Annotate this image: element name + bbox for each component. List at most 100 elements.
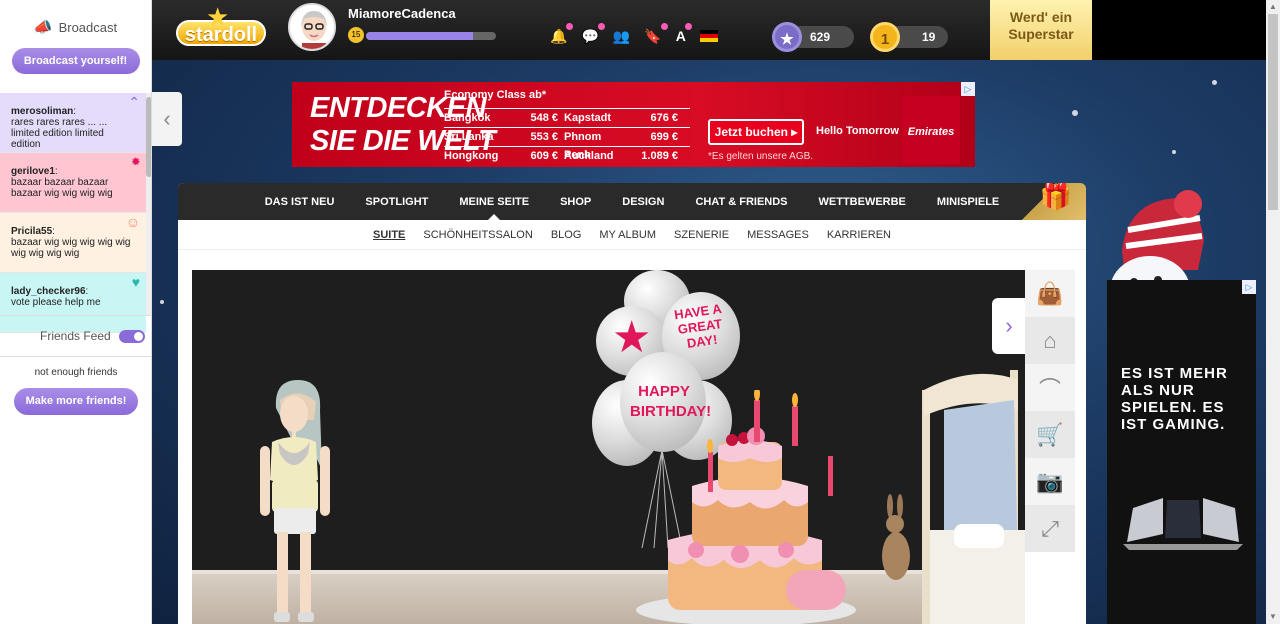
bell-icon[interactable]: 🔔 — [550, 23, 574, 45]
friends-feed-toggle[interactable] — [119, 330, 145, 343]
feed-text: bazaar bazaar bazaar bazaar wig wig wig … — [11, 177, 113, 199]
nav-spotlight[interactable]: SPOTLIGHT — [365, 196, 428, 208]
subnav-suite[interactable]: SUITE — [373, 229, 405, 241]
bookmark-icon[interactable]: 🔖 — [644, 23, 668, 45]
feed-user[interactable]: merosoliman — [11, 106, 73, 117]
ad-class-label: Economy Class ab* — [444, 89, 547, 101]
main-nav: DAS IST NEU SPOTLIGHT MEINE SEITE SHOP D… — [178, 183, 1086, 220]
gaming-ad-text: ES IST MEHR ALS NUR SPIELEN. ES IST GAMI… — [1121, 365, 1228, 433]
nav-chat-friends[interactable]: CHAT & FRIENDS — [695, 196, 787, 208]
gift-corner[interactable] — [1016, 183, 1086, 220]
broadcast-feed: ⌃ merosoliman: rares rares rares ... ...… — [0, 93, 146, 333]
feed-item[interactable]: ✹ gerilove1: bazaar bazaar bazaar bazaar… — [0, 153, 146, 213]
suite-room[interactable]: ★ HAVE A GREAT DAY! HAPPY BIRTHDAY! — [192, 270, 1025, 624]
birthday-cake — [636, 390, 856, 624]
coin-icon: 1 — [870, 22, 900, 52]
broadcast-sidebar: 📣 Broadcast Broadcast yourself! ⌃ meroso… — [0, 0, 152, 624]
page-scroll-thumb[interactable] — [1268, 14, 1278, 210]
username[interactable]: MiamoreCadenca — [348, 6, 456, 21]
xp-bar — [366, 32, 496, 40]
stardollar-icon: ★ — [772, 22, 802, 52]
emirates-ad-banner[interactable]: ENTDECKEN SIE DIE WELT Economy Class ab* … — [292, 82, 975, 167]
nav-das-ist-neu[interactable]: DAS IST NEU — [265, 196, 335, 208]
sub-nav: SUITE SCHÖNHEITSSALON BLOG MY ALBUM SZEN… — [178, 220, 1086, 250]
fare-row: Sri Lanka 553 € Phnom Penh 699 € — [444, 127, 690, 161]
make-more-friends-button[interactable]: Make more friends! — [14, 388, 138, 415]
broadcast-yourself-button[interactable]: Broadcast yourself! — [11, 48, 140, 74]
next-room-button[interactable]: › — [992, 298, 1026, 354]
sale-icon: ✹ — [131, 157, 140, 168]
shopping-bag-icon[interactable]: 👜 — [1025, 270, 1075, 317]
feed-text: bazaar wig wig wig wig wig wig wig wig w… — [11, 237, 131, 259]
adchoices-icon[interactable]: ▷ — [1242, 280, 1256, 294]
text-icon[interactable]: A — [676, 23, 692, 45]
ad-book-now-button[interactable]: Jetzt buchen ▸ — [708, 119, 804, 145]
avatar[interactable] — [288, 3, 336, 51]
nav-shop[interactable]: SHOP — [560, 196, 591, 208]
feed-user[interactable]: gerilove1 — [11, 166, 55, 177]
star-icon: ★ — [206, 2, 230, 32]
level-badge: 15 — [348, 27, 364, 43]
canopy-bed — [922, 370, 1025, 624]
chat-icon[interactable]: 💬 — [581, 23, 605, 45]
face-icon: ☺ — [125, 214, 140, 230]
balloon-text: HAVE A GREAT DAY! — [673, 300, 724, 351]
fullscreen-icon[interactable]: ⤢ — [1025, 505, 1075, 552]
nav-minispiele[interactable]: MINISPIELE — [937, 196, 999, 208]
cart-icon[interactable]: 🛒 — [1025, 411, 1075, 458]
hanger-icon[interactable]: ⌒ — [1025, 364, 1075, 411]
stardollars-value: 629 — [810, 30, 831, 44]
friends-icon[interactable]: 👥 — [613, 28, 630, 45]
fare-row: Bangkok 548 € Kapstadt 676 € — [444, 108, 690, 127]
superstar-button[interactable]: Werd' ein Superstar — [990, 0, 1092, 60]
feed-user[interactable]: lady_checker96 — [11, 286, 86, 297]
friends-feed-row: Friends Feed — [0, 315, 151, 357]
stardoll-logo[interactable]: stardoll ★ — [176, 2, 266, 46]
megaphone-icon: 📣 — [33, 19, 53, 36]
stardollars-display[interactable]: ★ 629 — [772, 22, 854, 52]
subnav-my-album[interactable]: MY ALBUM — [599, 229, 656, 241]
friends-feed-label: Friends Feed — [40, 329, 111, 343]
gaming-ad[interactable]: ▷ ES IST MEHR ALS NUR SPIELEN. ES IST GA… — [1107, 280, 1256, 624]
star-icon: ★ — [612, 313, 652, 362]
feed-item[interactable]: ⌃ merosoliman: rares rares rares ... ...… — [0, 93, 146, 153]
feed-item[interactable]: ☺ Pricila55: bazaar wig wig wig wig wig … — [0, 213, 146, 273]
nav-wettbewerbe[interactable]: WETTBEWERBE — [819, 196, 906, 208]
home-icon[interactable]: ⌂ — [1025, 317, 1075, 364]
collapse-sidebar-button[interactable]: ‹ — [152, 92, 182, 146]
subnav-szenerie[interactable]: SZENERIE — [674, 229, 729, 241]
scroll-up-icon[interactable]: ▲ — [1266, 0, 1280, 14]
broadcast-title: Broadcast — [58, 19, 118, 35]
nav-design[interactable]: DESIGN — [622, 196, 664, 208]
coins-display[interactable]: 1 19 — [870, 22, 948, 52]
notification-icons: 🔔 💬 👥 🔖 A — [550, 23, 718, 45]
subnav-blog[interactable]: BLOG — [551, 229, 582, 241]
top-right-area — [1092, 0, 1266, 60]
top-bar: stardoll ★ MiamoreCadenca 15 🔔 💬 👥 🔖 A ★… — [152, 0, 1266, 60]
nav-meine-seite[interactable]: MEINE SEITE — [459, 196, 529, 220]
coins-value: 19 — [922, 30, 936, 44]
scroll-down-icon[interactable]: ▼ — [1266, 610, 1280, 624]
feed-text: vote please help me — [11, 297, 101, 308]
flag-de-icon[interactable] — [699, 28, 718, 45]
laptop-image — [1123, 498, 1243, 550]
chevron-left-icon: ‹ — [163, 106, 171, 131]
adchoices-icon[interactable]: ▷ — [961, 82, 975, 96]
ad-fare-table: Bangkok 548 € Kapstadt 676 € Sri Lanka 553 … — [444, 108, 690, 165]
doll-avatar[interactable] — [252, 380, 344, 624]
emirates-logo: Emirates — [902, 96, 960, 164]
room-toolbar: 👜 ⌂ ⌒ 🛒 📷 ⤢ — [1025, 270, 1075, 552]
camera-icon[interactable]: 📷 — [1025, 458, 1075, 505]
fare-row: Hongkong 609 € Auckland 1.089 € — [444, 146, 690, 165]
page-scrollbar[interactable]: ▲ ▼ — [1266, 0, 1280, 624]
feed-text: rares rares rares ... ... limited editio… — [11, 117, 108, 150]
subnav-messages[interactable]: MESSAGES — [747, 229, 809, 241]
no-friends-text: not enough friends — [34, 367, 118, 378]
subnav-karrieren[interactable]: KARRIEREN — [827, 229, 891, 241]
main-panel: DAS IST NEU SPOTLIGHT MEINE SEITE SHOP D… — [178, 183, 1086, 624]
xp-bar-fill — [366, 32, 473, 40]
bunny — [882, 494, 910, 580]
subnav-schoenheitssalon[interactable]: SCHÖNHEITSSALON — [423, 229, 532, 241]
feed-user[interactable]: Pricila55 — [11, 226, 52, 237]
ad-tagline: Hello Tomorrow — [816, 125, 899, 137]
